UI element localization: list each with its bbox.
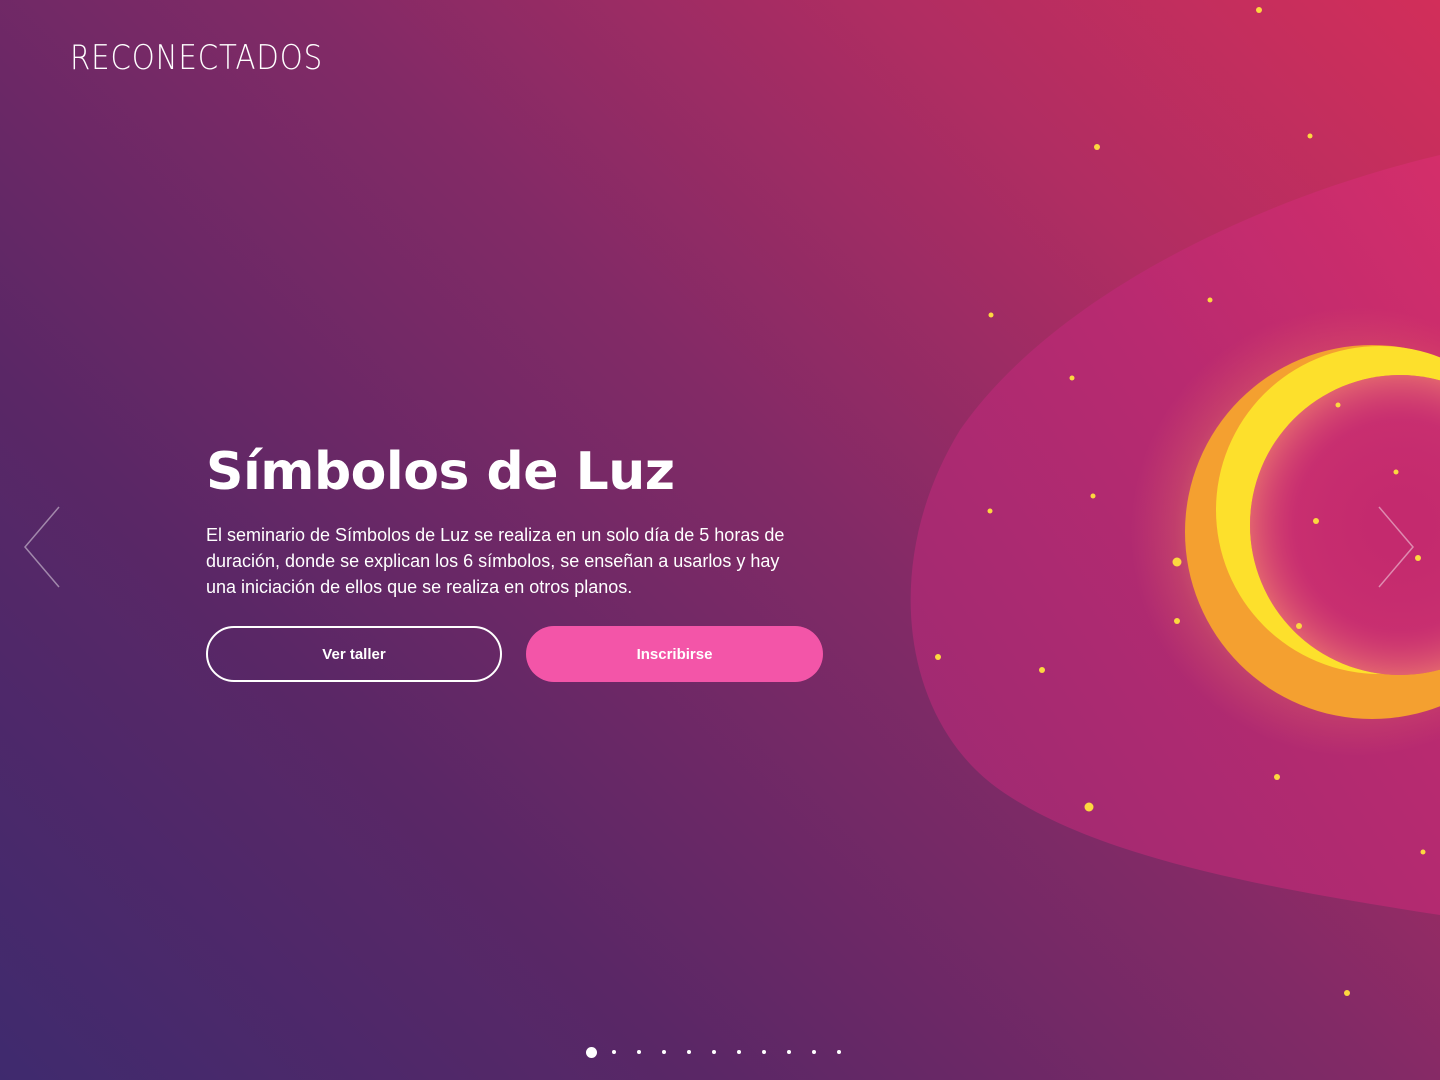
carousel-dot[interactable] <box>762 1050 766 1054</box>
slide-content: Símbolos de Luz El seminario de Símbolos… <box>206 440 826 600</box>
slide-description: El seminario de Símbolos de Luz se reali… <box>206 525 785 597</box>
chevron-right-icon[interactable] <box>1376 505 1416 589</box>
inscribirse-button[interactable]: Inscribirse <box>526 626 823 682</box>
carousel-dot[interactable] <box>787 1050 791 1054</box>
chevron-left-icon[interactable] <box>22 505 62 589</box>
carousel-dot[interactable] <box>712 1050 716 1054</box>
slide-title: Símbolos de Luz <box>206 442 675 502</box>
carousel-dot[interactable] <box>662 1050 666 1054</box>
carousel-dot[interactable] <box>812 1050 816 1054</box>
carousel-dot[interactable] <box>687 1050 691 1054</box>
carousel-dot[interactable] <box>612 1050 616 1054</box>
carousel-dot[interactable] <box>737 1050 741 1054</box>
carousel-dot[interactable] <box>586 1046 597 1058</box>
carousel-dot[interactable] <box>837 1050 841 1054</box>
carousel-pagination <box>586 1045 862 1059</box>
carousel-dot[interactable] <box>637 1050 641 1054</box>
brand-logo[interactable]: RECONECTADOS <box>70 38 323 78</box>
ver-taller-button[interactable]: Ver taller <box>206 626 502 682</box>
